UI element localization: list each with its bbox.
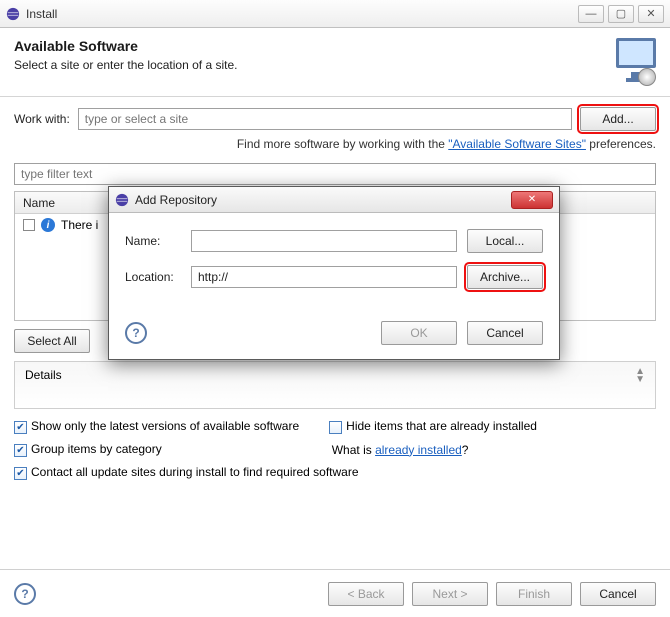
opt-show-latest: Show only the latest versions of availab… — [31, 419, 299, 433]
help-icon[interactable]: ? — [14, 583, 36, 605]
cancel-button[interactable]: Cancel — [580, 582, 656, 606]
wizard-footer: ? < Back Next > Finish Cancel — [0, 569, 670, 617]
wizard-header: Available Software Select a site or ente… — [0, 28, 670, 97]
row-text: There i — [61, 218, 98, 232]
eclipse-icon — [115, 193, 129, 207]
dialog-help-icon[interactable]: ? — [125, 322, 147, 344]
location-input[interactable] — [191, 266, 457, 288]
local-button[interactable]: Local... — [467, 229, 543, 253]
next-button[interactable]: Next > — [412, 582, 488, 606]
install-icon — [608, 38, 656, 86]
hint-line: Find more software by working with the "… — [14, 137, 656, 151]
back-button[interactable]: < Back — [328, 582, 404, 606]
checkbox-group-category[interactable]: ✔ — [14, 444, 27, 457]
dialog-title: Add Repository — [135, 193, 511, 207]
maximize-button[interactable]: ▢ — [608, 5, 634, 23]
close-button[interactable]: ✕ — [638, 5, 664, 23]
minimize-button[interactable]: — — [578, 5, 604, 23]
add-button[interactable]: Add... — [580, 107, 656, 131]
window-title: Install — [26, 7, 578, 21]
page-subtitle: Select a site or enter the location of a… — [14, 58, 608, 72]
dialog-close-button[interactable]: ✕ — [511, 191, 553, 209]
dialog-cancel-button[interactable]: Cancel — [467, 321, 543, 345]
opt-group-category: Group items by category — [31, 442, 162, 456]
info-icon: i — [41, 218, 55, 232]
checkbox-contact-all[interactable]: ✔ — [14, 467, 27, 480]
dialog-ok-button[interactable]: OK — [381, 321, 457, 345]
archive-button[interactable]: Archive... — [467, 265, 543, 289]
finish-button[interactable]: Finish — [496, 582, 572, 606]
work-with-input[interactable] — [78, 108, 572, 130]
location-label: Location: — [125, 270, 181, 284]
name-label: Name: — [125, 234, 181, 248]
name-input[interactable] — [191, 230, 457, 252]
checkbox-show-latest[interactable]: ✔ — [14, 421, 27, 434]
select-all-button[interactable]: Select All — [14, 329, 90, 353]
details-expand-icon[interactable]: ▲▼ — [635, 368, 645, 384]
add-repository-dialog: Add Repository ✕ Name: Local... Location… — [108, 186, 560, 360]
available-sites-link[interactable]: "Available Software Sites" — [448, 137, 586, 151]
page-title: Available Software — [14, 38, 608, 54]
opt-hide-installed: Hide items that are already installed — [346, 419, 537, 433]
opt-contact-all: Contact all update sites during install … — [31, 465, 359, 479]
already-installed-link[interactable]: already installed — [375, 443, 462, 457]
checkbox-hide-installed[interactable]: ✔ — [329, 421, 342, 434]
row-checkbox[interactable] — [23, 219, 35, 231]
filter-input[interactable] — [14, 163, 656, 185]
details-label: Details — [25, 368, 62, 382]
work-with-label: Work with: — [14, 112, 70, 126]
details-panel: Details ▲▼ — [14, 361, 656, 409]
window-titlebar: Install — ▢ ✕ — [0, 0, 670, 28]
eclipse-icon — [6, 7, 20, 21]
